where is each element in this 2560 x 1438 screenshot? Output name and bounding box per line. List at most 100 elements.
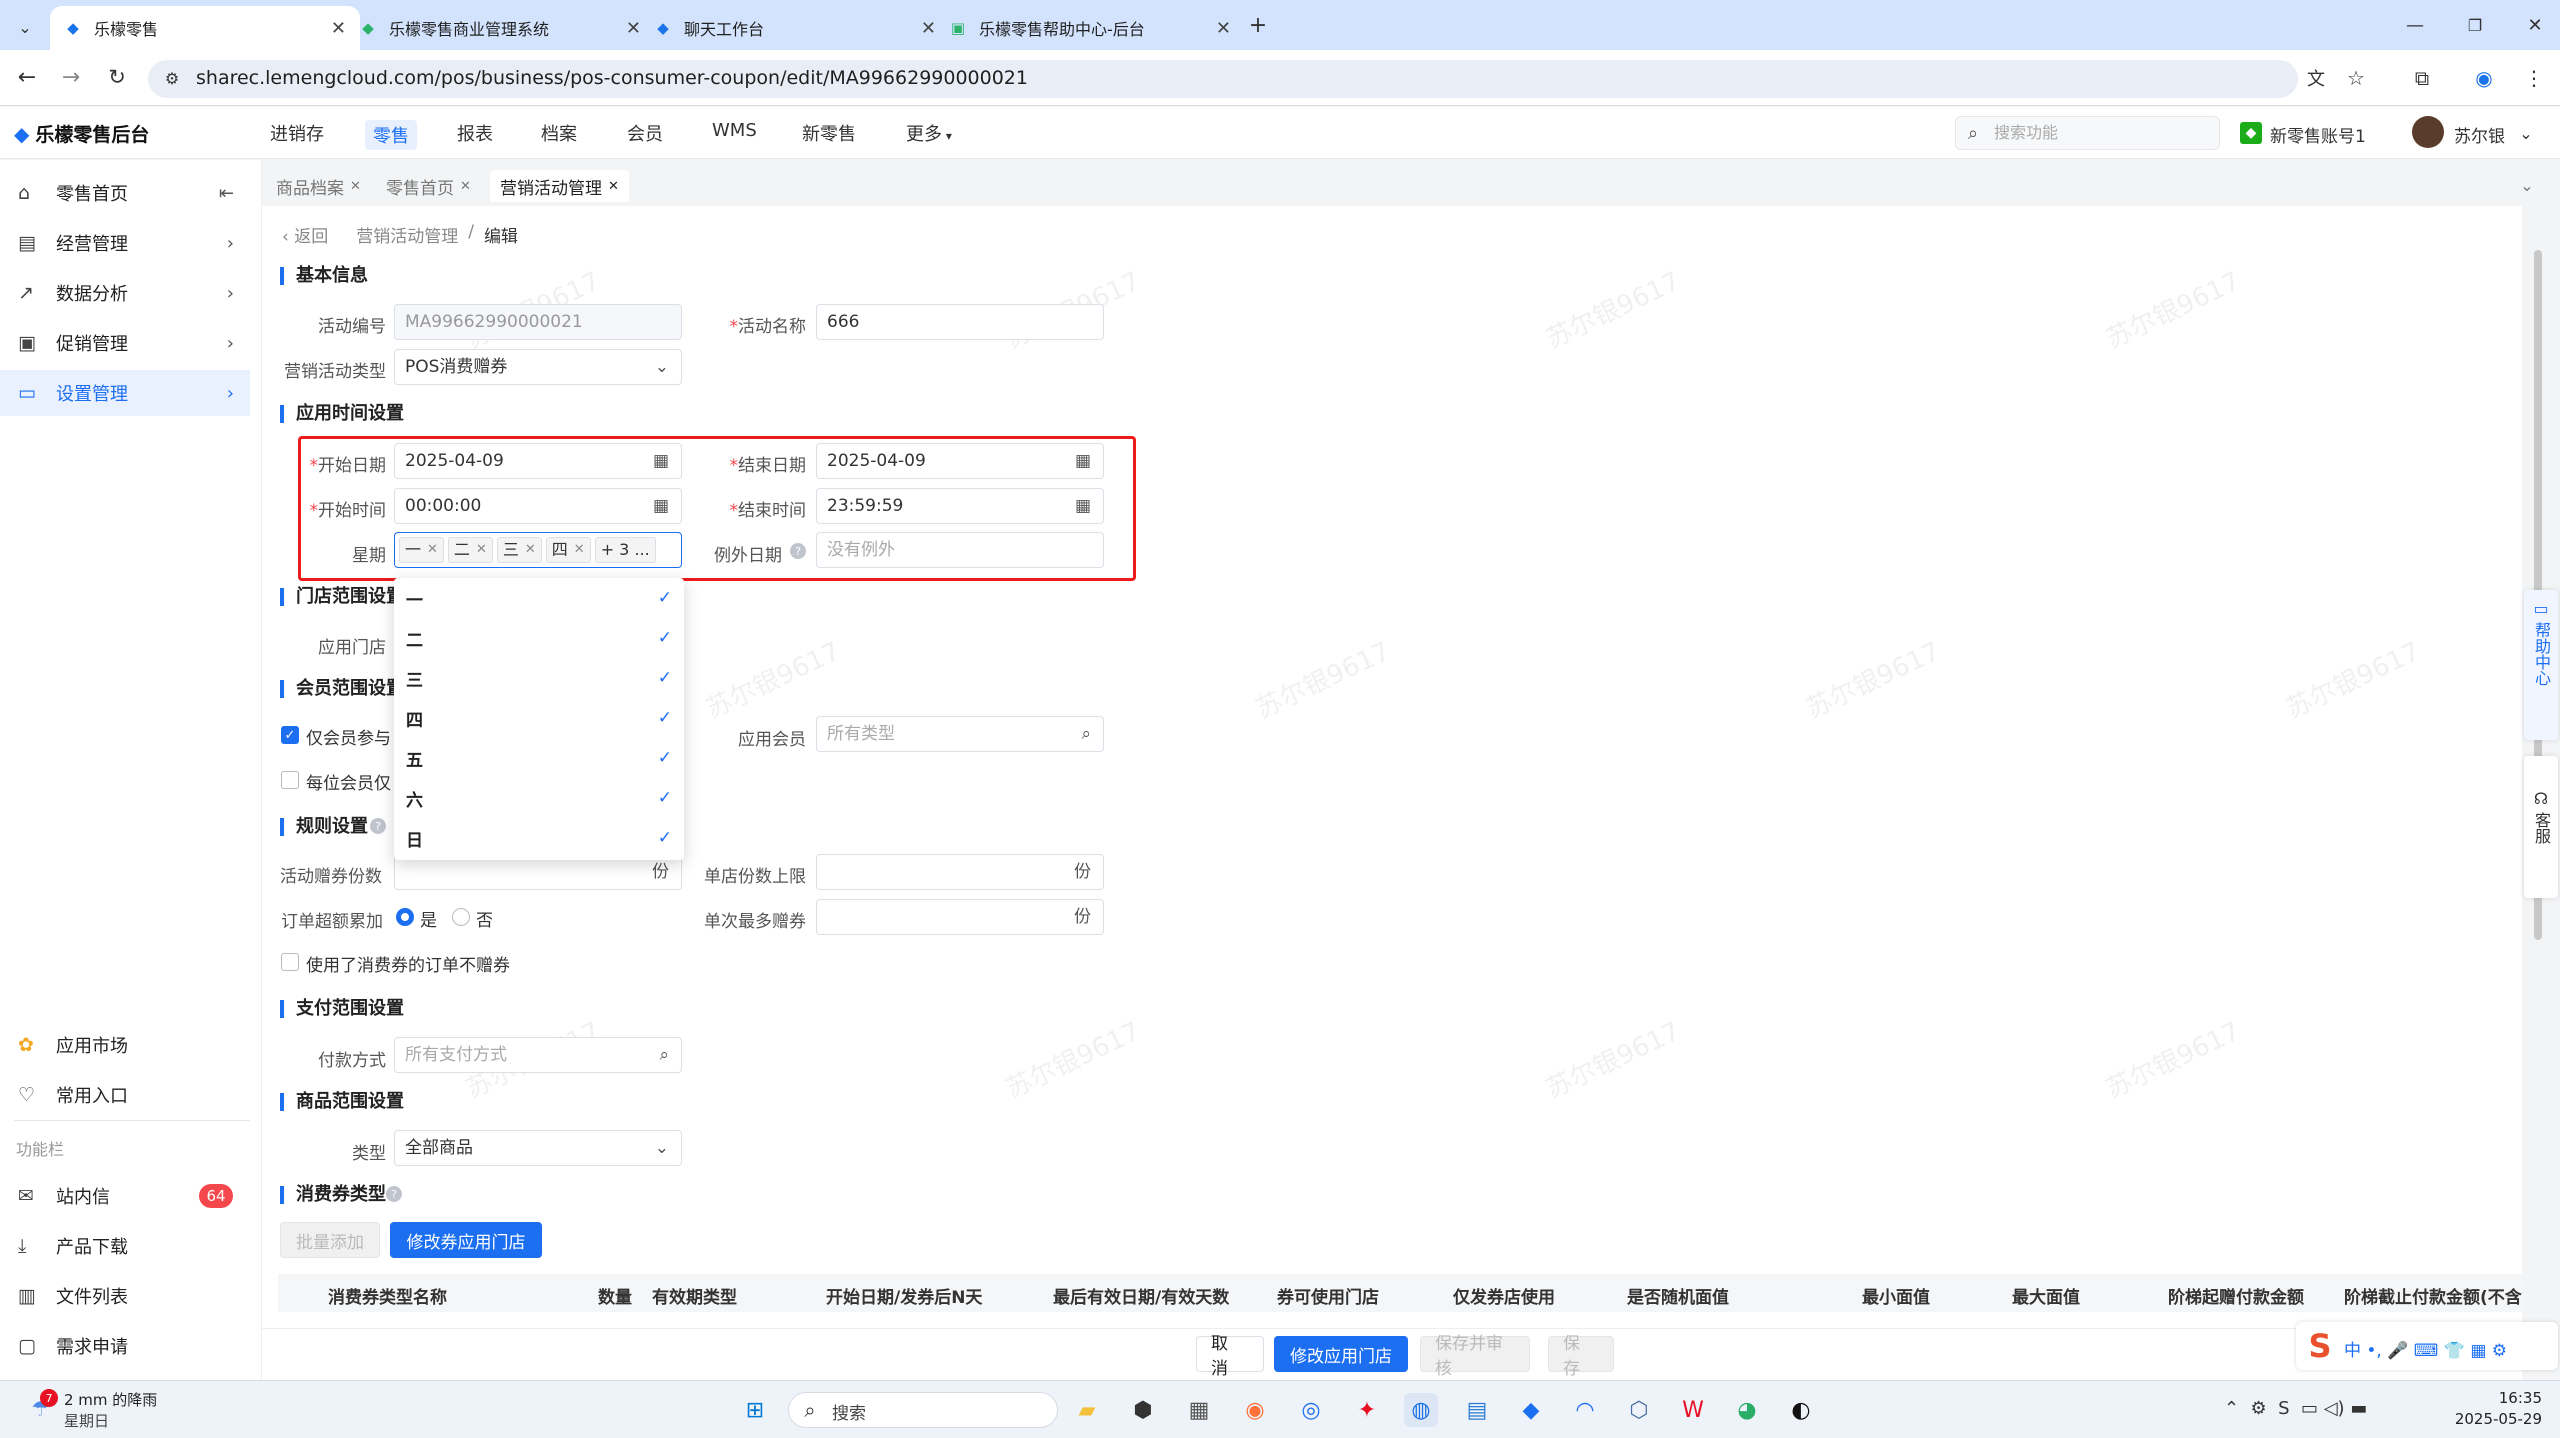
save-button[interactable]: 保 存 xyxy=(1548,1334,1614,1379)
feishu-icon[interactable]: ◆ xyxy=(1514,1393,1548,1427)
translate-icon[interactable]: 文 xyxy=(2302,64,2330,92)
close-icon[interactable]: ✕ xyxy=(460,179,471,194)
nav-item[interactable]: 会员 xyxy=(627,120,663,146)
activity-no-field[interactable]: MA99662990000021 xyxy=(394,304,682,340)
close-tab-icon[interactable]: ✕ xyxy=(331,18,346,39)
taskbar-search-box[interactable] xyxy=(788,1392,1058,1428)
function-search-input[interactable]: 搜索功能 xyxy=(1955,116,2220,150)
chat-app-icon[interactable]: ◎ xyxy=(1294,1393,1328,1427)
save-audit-button[interactable]: 保存并审核 xyxy=(1420,1334,1530,1379)
activity-type-select[interactable]: POS消费赠券 ⌄ xyxy=(394,349,682,385)
sidebar-item-request[interactable]: ▢ 需求申请 xyxy=(0,1323,250,1369)
week-option[interactable]: 二 ✓ xyxy=(394,618,684,658)
close-window-icon[interactable]: ✕ xyxy=(2520,10,2550,40)
user-name[interactable]: 苏尔银 xyxy=(2454,122,2505,147)
modify-store-button[interactable]: 修改应用门店 xyxy=(1274,1336,1408,1372)
chevron-down-icon[interactable]: ⌄ xyxy=(2516,122,2536,144)
member-type-field[interactable]: 所有类型 ⌕ xyxy=(816,716,1104,752)
file-explorer-icon[interactable]: ▰ xyxy=(1070,1393,1104,1427)
modify-coupon-store-button[interactable]: 修改券应用门店 xyxy=(390,1222,542,1258)
system-tray-icons[interactable]: ⌃ ⚙ S ▭ ◁) ▬ xyxy=(2224,1398,2367,1419)
store-limit-field[interactable]: 份 xyxy=(816,854,1104,890)
browser-tab[interactable]: ◆ 乐檬零售商业管理系统 ✕ xyxy=(345,6,655,50)
nav-item[interactable]: WMS xyxy=(712,120,757,141)
close-tab-icon[interactable]: ✕ xyxy=(626,18,641,39)
wifi-app-icon[interactable]: ◠ xyxy=(1568,1393,1602,1427)
overflow-no-radio[interactable] xyxy=(452,908,470,926)
week-option[interactable]: 五 ✓ xyxy=(394,738,684,778)
help-icon[interactable]: ? xyxy=(370,818,386,834)
page-tab[interactable]: 商品档案 ✕ xyxy=(266,170,371,202)
nav-item[interactable]: 报表 xyxy=(457,120,493,146)
used-coupon-checkbox[interactable] xyxy=(281,953,299,971)
nav-item[interactable]: 进销存 xyxy=(270,120,324,146)
collapse-sidebar-icon[interactable]: ⇤ xyxy=(219,183,234,204)
nav-item[interactable]: 新零售 xyxy=(802,120,856,146)
bookmark-star-icon[interactable]: ☆ xyxy=(2342,64,2370,92)
sidebar-item-download[interactable]: ⤓ 产品下载 xyxy=(0,1223,250,1269)
help-icon[interactable]: ? xyxy=(386,1186,402,1202)
breadcrumb-parent[interactable]: 营销活动管理 xyxy=(356,222,458,247)
help-center-float[interactable]: ▭ 帮助中心 xyxy=(2524,590,2558,740)
tag-close-icon[interactable]: ✕ xyxy=(574,533,585,567)
nav-item-active[interactable]: 零售 xyxy=(365,120,417,150)
close-tab-icon[interactable]: ✕ xyxy=(921,18,936,39)
end-time-picker[interactable]: 23:59:59 ▦ xyxy=(816,488,1104,524)
browser-menu-icon[interactable]: ⋮ xyxy=(2520,64,2548,92)
restore-icon[interactable]: ❐ xyxy=(2460,10,2490,40)
overflow-yes-radio[interactable] xyxy=(396,908,414,926)
pay-method-field[interactable]: 所有支付方式 ⌕ xyxy=(394,1037,682,1073)
sidebar-item-favorites[interactable]: ♡ 常用入口 xyxy=(0,1072,250,1118)
xmind-icon[interactable]: ✦ xyxy=(1350,1393,1384,1427)
app-cube-icon[interactable]: ⬢ xyxy=(1126,1393,1160,1427)
week-option[interactable]: 三 ✓ xyxy=(394,658,684,698)
sogou-ime-icon[interactable]: S xyxy=(2300,1326,2340,1366)
new-tab-icon[interactable]: + xyxy=(1245,12,1271,38)
app-logo[interactable]: ◆ 乐檬零售后台 xyxy=(14,120,149,147)
week-multiselect[interactable]: 一 ✕ 二 ✕ 三 ✕ 四 ✕ + 3 ... xyxy=(394,532,682,568)
reload-icon[interactable]: ↻ xyxy=(104,64,130,90)
wps-icon[interactable]: W xyxy=(1676,1393,1710,1427)
wechat-icon[interactable]: ◕ xyxy=(1730,1393,1764,1427)
goods-type-select[interactable]: 全部商品 ⌄ xyxy=(394,1130,682,1166)
minimize-icon[interactable]: — xyxy=(2400,10,2430,40)
max-once-field[interactable]: 份 xyxy=(816,899,1104,935)
tag-close-icon[interactable]: ✕ xyxy=(476,533,487,567)
qq-icon[interactable]: ◐ xyxy=(1784,1393,1818,1427)
sidebar-item-settings[interactable]: ▭ 设置管理 › xyxy=(0,370,250,416)
account-switch[interactable]: 新零售账号1 xyxy=(2270,122,2366,147)
notepad-icon[interactable]: ▤ xyxy=(1460,1393,1494,1427)
chrome-icon[interactable]: ◍ xyxy=(1404,1393,1438,1427)
sidebar-item-operation[interactable]: ▤ 经营管理 › xyxy=(0,220,250,266)
week-option[interactable]: 一 ✓ xyxy=(394,578,684,618)
shield-icon[interactable]: ⬡ xyxy=(1622,1393,1656,1427)
close-tab-icon[interactable]: ✕ xyxy=(1216,18,1231,39)
per-member-checkbox[interactable] xyxy=(281,771,299,789)
sidebar-item-promotion[interactable]: ▣ 促销管理 › xyxy=(0,320,250,366)
batch-add-button[interactable]: 批量添加 xyxy=(280,1222,380,1258)
start-time-picker[interactable]: 00:00:00 ▦ xyxy=(394,488,682,524)
nav-item-more[interactable]: 更多 ▾ xyxy=(906,120,952,146)
avatar[interactable] xyxy=(2412,116,2444,148)
sidebar-item-analysis[interactable]: ↗ 数据分析 › xyxy=(0,270,250,316)
help-icon[interactable]: ? xyxy=(790,543,806,559)
firefox-icon[interactable]: ◉ xyxy=(1238,1393,1272,1427)
weather-text[interactable]: 2 mm 的降雨 xyxy=(64,1389,157,1410)
tab-search-icon[interactable]: ⌄ xyxy=(10,12,40,42)
calculator-icon[interactable]: ▦ xyxy=(1182,1393,1216,1427)
end-date-picker[interactable]: 2025-04-09 ▦ xyxy=(816,443,1104,479)
nav-item[interactable]: 档案 xyxy=(541,120,577,146)
profile-icon[interactable]: ◉ xyxy=(2470,64,2498,92)
start-date-picker[interactable]: 2025-04-09 ▦ xyxy=(394,443,682,479)
week-option[interactable]: 六 ✓ xyxy=(394,778,684,818)
week-option[interactable]: 四 ✓ xyxy=(394,698,684,738)
sidebar-item-retail-home[interactable]: ⌂ 零售首页 ⇤ xyxy=(0,170,250,216)
browser-tab[interactable]: ◆ 乐檬零售 ✕ xyxy=(50,6,360,50)
close-icon[interactable]: ✕ xyxy=(350,179,361,194)
back-link[interactable]: ‹ 返回 xyxy=(282,222,328,247)
week-option[interactable]: 日 ✓ xyxy=(394,818,684,858)
tag-close-icon[interactable]: ✕ xyxy=(525,533,536,567)
clock-time[interactable]: 16:35 xyxy=(2472,1389,2542,1407)
sidebar-item-files[interactable]: ▥ 文件列表 xyxy=(0,1273,250,1319)
site-info-icon[interactable]: ⚙ xyxy=(160,66,184,90)
